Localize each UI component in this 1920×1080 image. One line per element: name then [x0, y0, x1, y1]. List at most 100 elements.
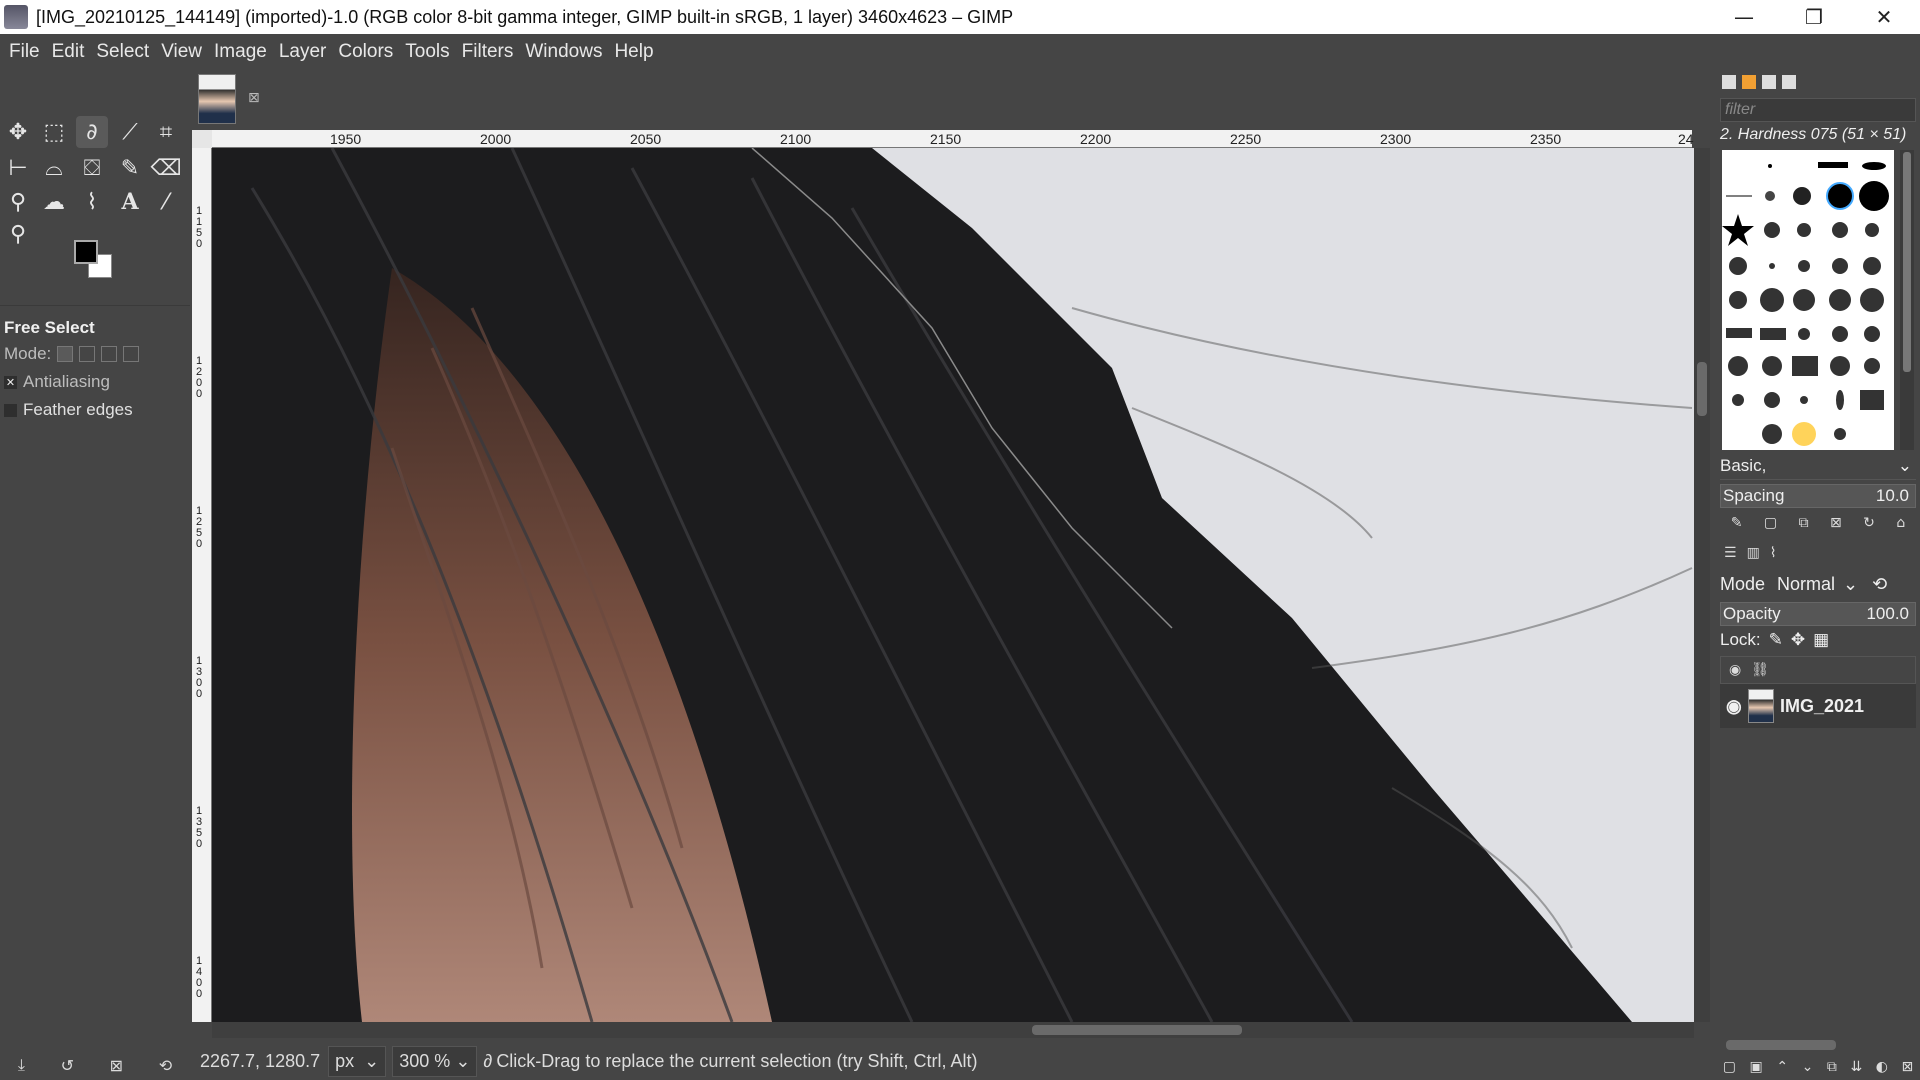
brushes-tab-icon[interactable]: [1722, 75, 1736, 89]
crop-tool-icon[interactable]: ⌗: [150, 116, 182, 148]
ruler-corner[interactable]: [192, 130, 212, 148]
menu-colors[interactable]: Colors: [333, 37, 398, 67]
unified-transform-tool-icon[interactable]: ⊢: [2, 152, 34, 184]
clone-tool-icon[interactable]: ⚲: [2, 186, 34, 218]
mode-replace-button[interactable]: [57, 346, 74, 362]
fonts-tab-icon[interactable]: [1762, 75, 1776, 89]
smudge-tool-icon[interactable]: ☁: [38, 186, 70, 218]
new-layer-icon[interactable]: ▢: [1723, 1059, 1736, 1075]
new-layer-group-icon[interactable]: ▣: [1750, 1059, 1763, 1075]
menu-layer[interactable]: Layer: [274, 37, 332, 67]
minimize-button[interactable]: —: [1710, 0, 1778, 34]
menu-filters[interactable]: Filters: [457, 37, 519, 67]
warp-transform-tool-icon[interactable]: ⌓: [38, 152, 70, 184]
move-tool-icon[interactable]: ✥: [2, 116, 34, 148]
reset-options-icon[interactable]: ⟲: [159, 1056, 172, 1075]
brush-preset-combo[interactable]: Basic, ⌄: [1720, 456, 1916, 480]
menu-view[interactable]: View: [156, 37, 207, 67]
brush-grid-scroll-thumb[interactable]: [1903, 152, 1911, 372]
vertical-scrollbar[interactable]: [1694, 148, 1710, 1022]
merge-layer-icon[interactable]: ⇊: [1850, 1059, 1862, 1075]
mode-subtract-button[interactable]: [101, 346, 118, 362]
free-select-tool-icon[interactable]: ∂: [76, 116, 108, 148]
image-canvas[interactable]: [212, 148, 1694, 1022]
horizontal-scrollbar[interactable]: [212, 1022, 1694, 1038]
lasso-icon: ∂: [483, 1050, 493, 1071]
delete-layer-icon[interactable]: ⊠: [1901, 1059, 1913, 1075]
paths-tab-icon[interactable]: ⌇: [1770, 545, 1777, 561]
lock-alpha-icon[interactable]: ▦: [1813, 630, 1829, 650]
text-tool-icon[interactable]: A: [114, 186, 146, 218]
eye-icon[interactable]: ◉: [1726, 696, 1742, 717]
horizontal-ruler[interactable]: 1950 2000 2050 2100 2150 2200 2250 2300 …: [212, 130, 1694, 148]
rect-select-tool-icon[interactable]: ⬚: [38, 116, 70, 148]
chain-icon: ⛓: [1751, 662, 1769, 678]
maximize-button[interactable]: ❐: [1780, 0, 1848, 34]
open-brush-folder-icon[interactable]: ⌂: [1896, 515, 1905, 531]
layers-bottom-buttons: ▢ ▣ ⌃ ⌄ ⧉ ⇊ ◐ ⊠: [1716, 1054, 1920, 1080]
save-options-icon[interactable]: ⤓: [18, 1055, 25, 1075]
lock-position-icon[interactable]: ✥: [1791, 630, 1805, 650]
feather-row[interactable]: Feather edges: [0, 396, 190, 424]
brush-grid[interactable]: [1722, 150, 1894, 450]
edit-brush-icon[interactable]: ✎: [1731, 515, 1743, 531]
new-brush-icon[interactable]: ▢: [1764, 515, 1777, 531]
lock-pixels-icon[interactable]: ✎: [1769, 630, 1783, 650]
menu-help[interactable]: Help: [609, 37, 658, 67]
refresh-brushes-icon[interactable]: ↻: [1863, 515, 1875, 531]
paintbrush-tool-icon[interactable]: ✎: [114, 152, 146, 184]
menu-edit[interactable]: Edit: [47, 37, 90, 67]
close-button[interactable]: ✕: [1850, 0, 1918, 34]
layer-thumbnail: [1748, 689, 1774, 723]
close-icon[interactable]: ⊠: [248, 90, 260, 106]
channels-tab-icon[interactable]: ▥: [1747, 545, 1760, 561]
unit-selector[interactable]: px ⌄: [328, 1045, 387, 1077]
delete-options-icon[interactable]: ⊠: [110, 1056, 123, 1075]
menu-windows[interactable]: Windows: [520, 37, 607, 67]
foreground-color-swatch[interactable]: [74, 240, 98, 264]
menu-file[interactable]: File: [4, 37, 45, 67]
menu-select[interactable]: Select: [91, 37, 154, 67]
delete-brush-icon[interactable]: ⊠: [1830, 515, 1842, 531]
raise-layer-icon[interactable]: ⌃: [1776, 1059, 1788, 1075]
document-history-tab-icon[interactable]: [1782, 75, 1796, 89]
paths-tool-icon[interactable]: ⌇: [76, 186, 108, 218]
fuzzy-select-tool-icon[interactable]: ⟋: [114, 116, 146, 148]
color-picker-tool-icon[interactable]: ⁄: [150, 186, 182, 218]
vertical-scroll-thumb[interactable]: [1697, 362, 1707, 416]
layer-row[interactable]: ◉ IMG_2021: [1720, 684, 1916, 728]
brush-grid-scrollbar[interactable]: [1900, 150, 1914, 450]
brush-filter-input[interactable]: filter: [1720, 98, 1916, 122]
ruler-tick: 1300: [195, 655, 203, 700]
zoom-selector[interactable]: 300 % ⌄: [392, 1045, 478, 1077]
composite-mode-icon[interactable]: ⟲: [1872, 574, 1887, 595]
mask-layer-icon[interactable]: ◐: [1876, 1059, 1888, 1075]
restore-options-icon[interactable]: ↺: [61, 1056, 74, 1075]
layer-mode-value[interactable]: Normal: [1777, 574, 1835, 595]
horizontal-scroll-thumb[interactable]: [1032, 1025, 1242, 1035]
lock-label: Lock:: [1720, 630, 1761, 649]
antialiasing-row[interactable]: ✕ Antialiasing: [0, 368, 190, 396]
zoom-tool-icon[interactable]: ⚲: [2, 218, 34, 250]
antialiasing-checkbox[interactable]: ✕: [4, 375, 17, 389]
opacity-slider[interactable]: Opacity 100.0: [1720, 602, 1916, 626]
image-tab-thumbnail[interactable]: [198, 74, 236, 124]
chevron-down-icon[interactable]: ⌄: [1843, 574, 1858, 595]
menu-image[interactable]: Image: [209, 37, 272, 67]
mode-add-button[interactable]: [79, 346, 96, 362]
layer-mode-label: Mode: [1720, 573, 1766, 594]
bucket-fill-tool-icon[interactable]: ⛋: [76, 152, 108, 184]
duplicate-brush-icon[interactable]: ⧉: [1799, 515, 1809, 531]
lower-layer-icon[interactable]: ⌄: [1802, 1059, 1814, 1075]
mode-intersect-button[interactable]: [123, 346, 140, 362]
duplicate-layer-icon[interactable]: ⧉: [1827, 1059, 1837, 1075]
vertical-ruler[interactable]: 1150 1200 1250 1300 1350 1400: [192, 148, 212, 1022]
layers-horizontal-scrollbar[interactable]: [1726, 1040, 1836, 1050]
menu-tools[interactable]: Tools: [400, 37, 454, 67]
feather-checkbox[interactable]: [4, 403, 17, 417]
patterns-tab-icon[interactable]: [1742, 75, 1756, 89]
ruler-tick: 1950: [330, 131, 362, 147]
layers-tab-icon[interactable]: ☰: [1724, 545, 1737, 561]
eraser-tool-icon[interactable]: ⌫: [150, 152, 182, 184]
spacing-slider[interactable]: Spacing 10.0: [1720, 484, 1916, 508]
